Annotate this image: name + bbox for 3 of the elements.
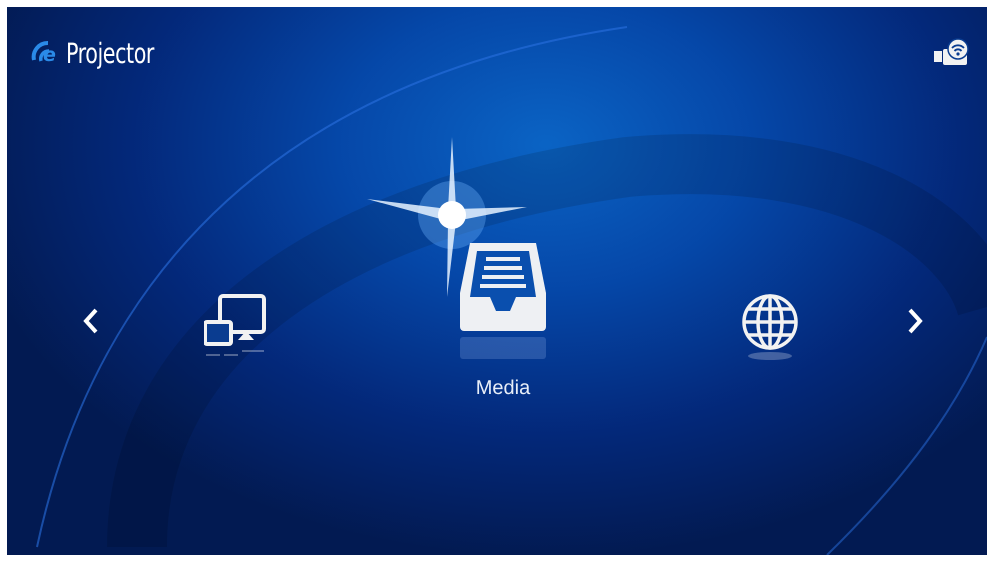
wireless-dongle-icon[interactable] <box>933 38 969 68</box>
carousel-item[interactable]: Media <box>458 239 548 400</box>
app-name: Projector <box>66 36 154 70</box>
